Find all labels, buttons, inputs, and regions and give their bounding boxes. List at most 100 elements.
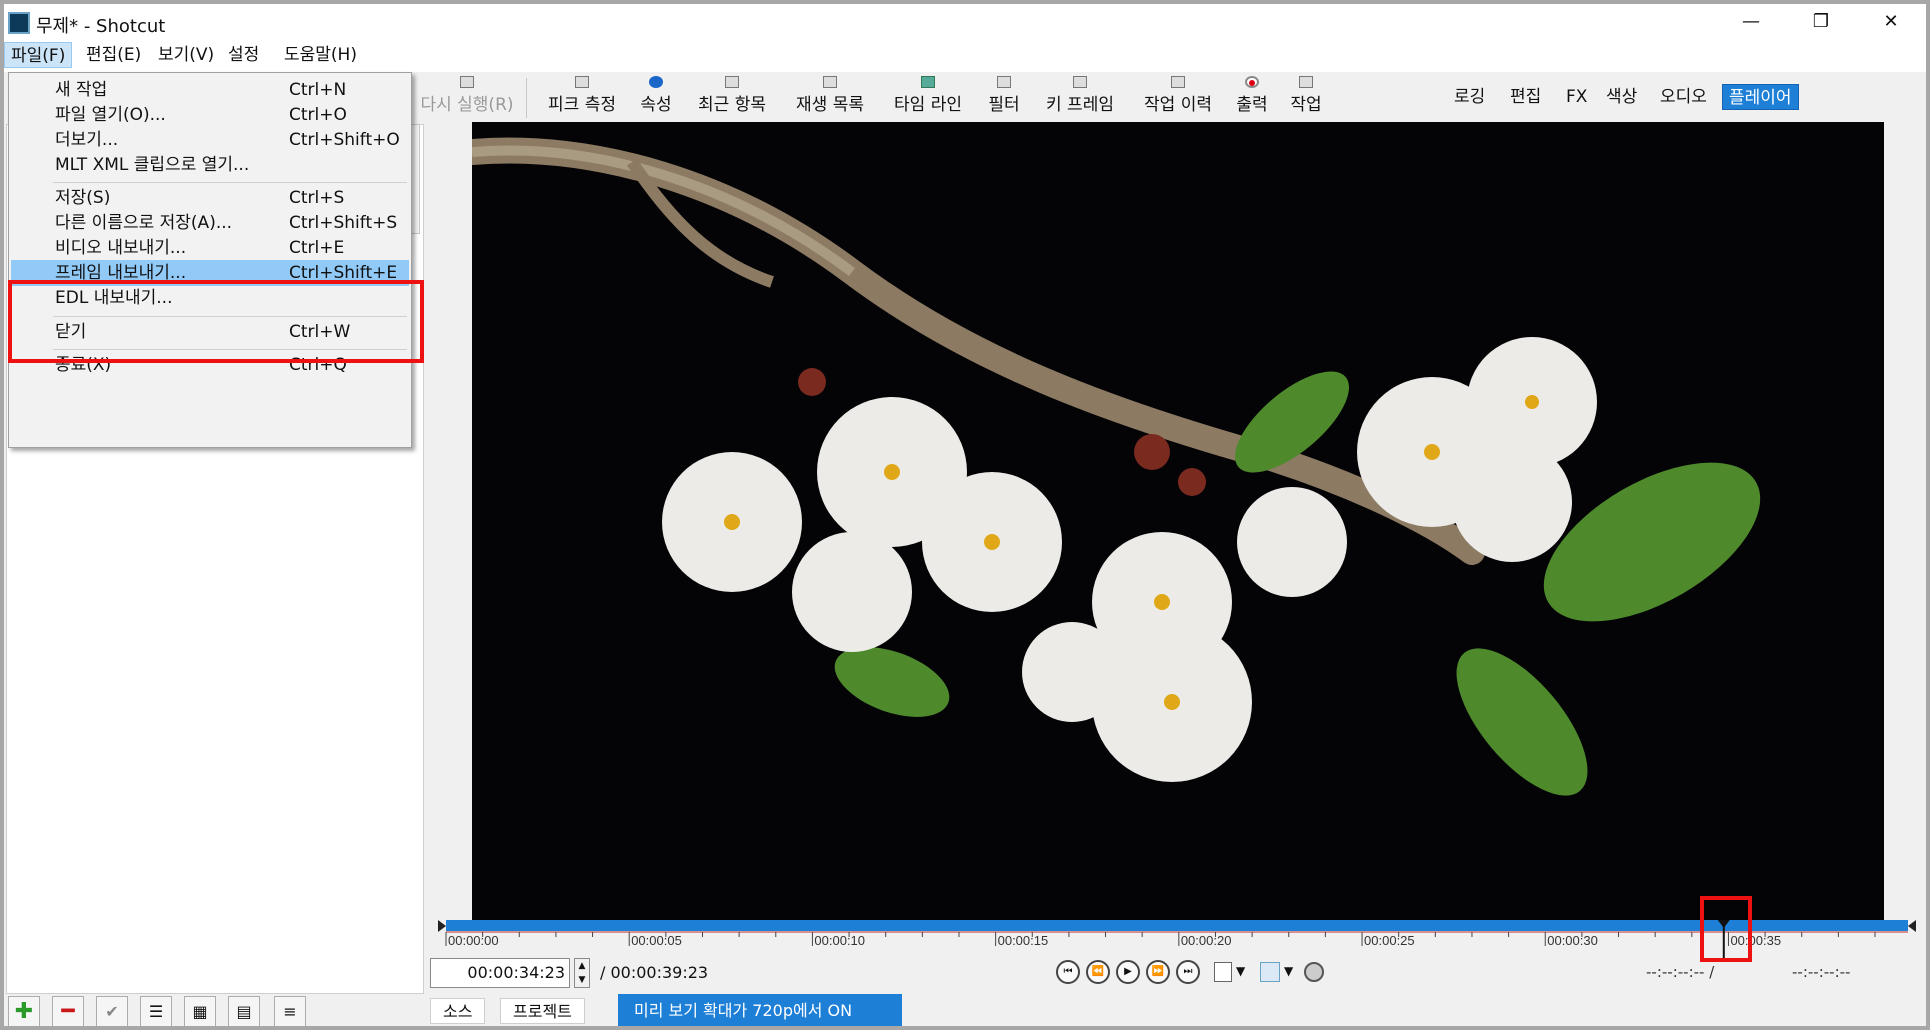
ruler-label: 00:00:00 (448, 933, 499, 948)
layout-fx[interactable]: FX (1560, 84, 1593, 110)
restore-button[interactable]: ❐ (1786, 4, 1856, 40)
file-menu: 새 작업 Ctrl+N 파일 열기(O)... Ctrl+O 더보기... Ct… (8, 72, 412, 448)
ruler-label: 00:00:20 (1181, 933, 1232, 948)
timeline-label: 타임 라인 (894, 95, 962, 115)
ruler-label: 00:00:30 (1547, 933, 1598, 948)
cherry-blossom-image (472, 122, 1884, 920)
redo-button[interactable]: 다시 실행(R) (412, 76, 522, 122)
skip-next-icon[interactable]: ⏭ (1176, 960, 1200, 984)
transport-controls: 00:00:34:23 ▲ ▼ / 00:00:39:23 ⏮ ⏪ ▶ ⏩ ⏭ ▼… (430, 956, 1920, 994)
info-icon (649, 76, 663, 88)
menu-item-open-file[interactable]: 파일 열기(O)... Ctrl+O (11, 102, 409, 128)
close-button[interactable]: ✕ (1856, 4, 1926, 40)
menu-view[interactable]: 보기(V) (152, 42, 220, 68)
app-icon (8, 12, 30, 34)
remove-clip-button[interactable]: ━ (52, 996, 84, 1026)
playlist-label: 재생 목록 (796, 95, 864, 115)
tab-source[interactable]: 소스 (430, 998, 486, 1024)
menu-icon[interactable]: ≡ (274, 996, 306, 1026)
recent-icon (725, 76, 739, 88)
timecode-spinner[interactable]: ▲ ▼ (574, 958, 590, 988)
timecode-input[interactable]: 00:00:34:23 (430, 958, 570, 988)
in-point-label: --:--:--:-- / (1646, 963, 1715, 981)
filters-button[interactable]: 필터 (984, 76, 1024, 122)
timeline-scrubber[interactable]: 00:00:00 00:00:05 00:00:10 00:00:15 00:00:20… (438, 916, 1916, 960)
scrubber-ruler[interactable]: 00:00:00 00:00:05 00:00:10 00:00:15 00:00:20… (438, 916, 1916, 960)
keyframes-icon (1073, 76, 1087, 88)
menu-separator (53, 182, 407, 183)
properties-label: 속성 (640, 95, 672, 115)
play-icon[interactable]: ▶ (1116, 960, 1140, 984)
history-label: 작업 이력 (1144, 95, 1212, 115)
layout-audio[interactable]: 오디오 (1654, 84, 1713, 110)
shotcut-window: 무제* - Shotcut — ❐ ✕ 파일(F) 편집(E) 보기(V) 설정… (4, 4, 1926, 1026)
playlist-button[interactable]: 재생 목록 (788, 76, 872, 122)
chevron-down-icon[interactable]: ▼ (1236, 964, 1245, 978)
filter-icon (997, 76, 1011, 88)
jobs-icon (1299, 76, 1313, 88)
history-icon (1171, 76, 1185, 88)
rewind-icon[interactable]: ⏪ (1086, 960, 1110, 984)
menu-help[interactable]: 도움말(H) (278, 42, 363, 68)
chevron-down-icon[interactable]: ▼ (1284, 964, 1293, 978)
history-button[interactable]: 작업 이력 (1136, 76, 1220, 122)
details-view-icon[interactable]: ☰ (140, 996, 172, 1026)
timeline-button[interactable]: 타임 라인 (886, 76, 970, 122)
zoom-icon[interactable] (1214, 962, 1232, 982)
redo-label: 다시 실행(R) (420, 95, 514, 115)
keyframes-button[interactable]: 키 프레임 (1038, 76, 1122, 122)
icons-view-icon[interactable]: ▤ (228, 996, 260, 1026)
menu-item-export-video[interactable]: 비디오 내보내기... Ctrl+E (11, 235, 409, 261)
recent-label: 최근 항목 (698, 95, 766, 115)
menu-settings[interactable]: 설정 (222, 42, 265, 68)
menu-item-open-other[interactable]: 더보기... Ctrl+Shift+O (11, 127, 409, 153)
record-icon (1245, 76, 1259, 88)
grid-icon[interactable] (1260, 962, 1280, 982)
annotation-box-export-frame (8, 280, 424, 363)
ruler-label: 00:00:15 (998, 933, 1049, 948)
keyframes-label: 키 프레임 (1046, 95, 1114, 115)
peak-meter-icon (575, 76, 589, 88)
filters-label: 필터 (988, 95, 1020, 115)
jobs-button[interactable]: 작업 (1286, 76, 1326, 122)
update-button[interactable]: ✔ (96, 996, 128, 1026)
video-preview[interactable] (472, 122, 1884, 920)
redo-icon (460, 76, 474, 88)
fast-forward-icon[interactable]: ⏩ (1146, 960, 1170, 984)
menu-item-open-mlt-xml[interactable]: MLT XML 클립으로 열기... (11, 152, 409, 178)
menu-edit[interactable]: 편집(E) (80, 42, 147, 68)
ruler-label: 00:00:25 (1364, 933, 1415, 948)
peak-meter-label: 피크 측정 (548, 95, 616, 115)
ruler-label: 00:00:05 (631, 933, 682, 948)
export-button[interactable]: 출력 (1232, 76, 1272, 122)
layout-color[interactable]: 색상 (1600, 84, 1643, 110)
toolbar-separator (526, 78, 527, 118)
ruler-label: 00:00:10 (814, 933, 865, 948)
duration-label: / 00:00:39:23 (600, 963, 709, 982)
jobs-label: 작업 (1290, 95, 1322, 115)
menu-file[interactable]: 파일(F) (4, 42, 73, 68)
timeline-icon (921, 76, 935, 88)
tab-project[interactable]: 프로젝트 (500, 998, 585, 1024)
out-point-label: --:--:--:-- (1792, 963, 1851, 981)
minimize-button[interactable]: — (1716, 4, 1786, 40)
title-bar: 무제* - Shotcut — ❐ ✕ (4, 4, 1926, 40)
export-label: 출력 (1236, 95, 1268, 115)
annotation-box-playhead (1700, 896, 1752, 962)
menu-item-save-as[interactable]: 다른 이름으로 저장(A)... Ctrl+Shift+S (11, 210, 409, 236)
tiles-view-icon[interactable]: ▦ (184, 996, 216, 1026)
menu-item-save[interactable]: 저장(S) Ctrl+S (11, 185, 409, 211)
layout-logging[interactable]: 로깅 (1448, 84, 1491, 110)
recent-button[interactable]: 최근 항목 (690, 76, 774, 122)
peak-meter-button[interactable]: 피크 측정 (540, 76, 624, 122)
layout-editing[interactable]: 편집 (1504, 84, 1547, 110)
properties-button[interactable]: 속성 (636, 76, 676, 122)
preview-scaling-banner: 미리 보기 확대가 720p에서 ON (618, 994, 902, 1026)
layout-player[interactable]: 플레이어 (1722, 84, 1799, 110)
menu-item-new[interactable]: 새 작업 Ctrl+N (11, 77, 409, 103)
add-clip-button[interactable]: ✚ (8, 996, 40, 1026)
volume-icon[interactable] (1304, 962, 1324, 982)
playlist-icon (823, 76, 837, 88)
skip-previous-icon[interactable]: ⏮ (1056, 960, 1080, 984)
window-title: 무제* - Shotcut (36, 16, 166, 37)
